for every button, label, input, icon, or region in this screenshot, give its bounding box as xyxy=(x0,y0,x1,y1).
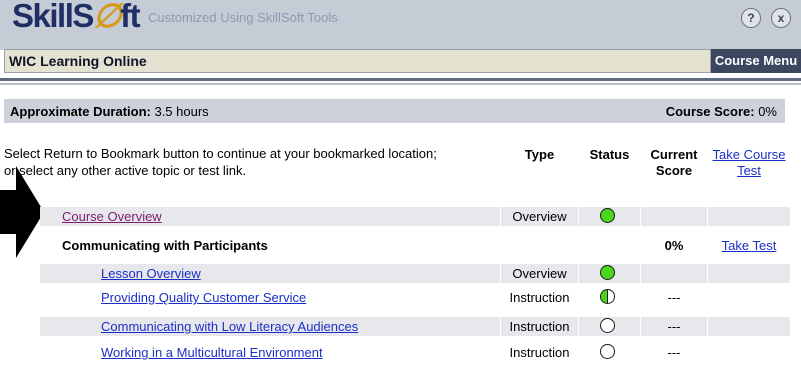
instructions: Select Return to Bookmark button to cont… xyxy=(4,146,437,178)
status-complete-icon xyxy=(600,265,615,280)
cell-action xyxy=(708,207,790,226)
status-not-started-icon xyxy=(600,318,615,333)
cell-score: --- xyxy=(641,317,707,336)
course-score: Course Score: 0% xyxy=(665,104,777,119)
cell-status xyxy=(579,207,640,226)
topic-working-multicultural[interactable]: Working in a Multicultural Environment xyxy=(101,345,323,360)
table-row: Communicating with Participants 0% Take Te… xyxy=(0,236,801,255)
cell-title: Communicating with Participants xyxy=(40,236,500,255)
topic-lesson-overview[interactable]: Lesson Overview xyxy=(101,266,201,281)
cell-score xyxy=(641,207,707,226)
skillsoft-logo: SkillS∅ft xyxy=(12,0,141,34)
help-button[interactable]: ? xyxy=(741,8,761,28)
cell-status xyxy=(579,288,640,307)
divider xyxy=(0,83,801,85)
cell-title: Course Overview xyxy=(40,207,500,226)
tagline: Customized Using SkillSoft Tools xyxy=(148,10,338,25)
status-complete-icon xyxy=(600,208,615,223)
take-course-test-link[interactable]: Take Course Test xyxy=(708,147,790,179)
column-status: Status xyxy=(589,147,630,162)
logo-swirl-o: ∅ xyxy=(92,0,122,34)
course-title-bar: WIC Learning Online xyxy=(4,49,711,73)
close-icon: x xyxy=(777,11,785,25)
status-partial-icon xyxy=(600,289,615,304)
divider xyxy=(0,78,801,81)
cell-type: Overview xyxy=(501,207,578,226)
summary-bar: Approximate Duration: 3.5 hours Course S… xyxy=(4,99,785,123)
cell-action: Take Test xyxy=(708,236,790,255)
cell-title: Lesson Overview xyxy=(40,264,500,283)
cell-title: Providing Quality Customer Service xyxy=(40,288,500,307)
help-icon: ? xyxy=(747,11,755,25)
cell-score: --- xyxy=(667,290,681,305)
cell-status xyxy=(579,236,640,255)
cell-action xyxy=(708,343,790,362)
cell-title: Working in a Multicultural Environment xyxy=(40,343,500,362)
topic-communicating-with-participants: Communicating with Participants xyxy=(62,238,268,253)
cell-type: Instruction xyxy=(501,317,578,336)
cell-status xyxy=(579,343,640,362)
table-row: Course Overview Overview xyxy=(0,207,801,226)
cell-action xyxy=(708,317,790,336)
topic-communicating-low-literacy[interactable]: Communicating with Low Literacy Audience… xyxy=(101,319,358,334)
topic-providing-quality-customer-service[interactable]: Providing Quality Customer Service xyxy=(101,290,306,305)
cell-title: Communicating with Low Literacy Audience… xyxy=(40,317,500,336)
take-test-link[interactable]: Take Test xyxy=(722,238,777,253)
course-menu-button[interactable]: Course Menu xyxy=(711,49,801,73)
cell-status xyxy=(579,264,640,283)
top-bar: SkillS∅ft Customized Using SkillSoft Too… xyxy=(0,0,801,50)
course-title: WIC Learning Online xyxy=(9,53,147,69)
close-button[interactable]: x xyxy=(771,8,791,28)
cell-action xyxy=(708,288,790,307)
status-not-started-icon xyxy=(600,344,615,359)
table-row: Working in a Multicultural Environment In… xyxy=(0,343,801,362)
cell-type: Instruction xyxy=(509,345,570,360)
duration: Approximate Duration: 3.5 hours xyxy=(10,104,209,119)
cell-score: 0% xyxy=(664,238,684,253)
cell-status xyxy=(579,317,640,336)
table-row: Providing Quality Customer Service Instru… xyxy=(0,288,801,307)
cell-type: Overview xyxy=(501,264,578,283)
table-row: Communicating with Low Literacy Audience… xyxy=(0,317,801,336)
cell-score: --- xyxy=(667,345,681,360)
cell-score xyxy=(641,264,707,283)
cell-action xyxy=(708,264,790,283)
column-current-score: Current Score xyxy=(650,147,698,178)
cell-type: Instruction xyxy=(509,290,570,305)
cell-type xyxy=(501,236,578,255)
topic-course-overview[interactable]: Course Overview xyxy=(62,209,162,224)
column-type: Type xyxy=(524,147,555,162)
table-row: Lesson Overview Overview xyxy=(0,264,801,283)
